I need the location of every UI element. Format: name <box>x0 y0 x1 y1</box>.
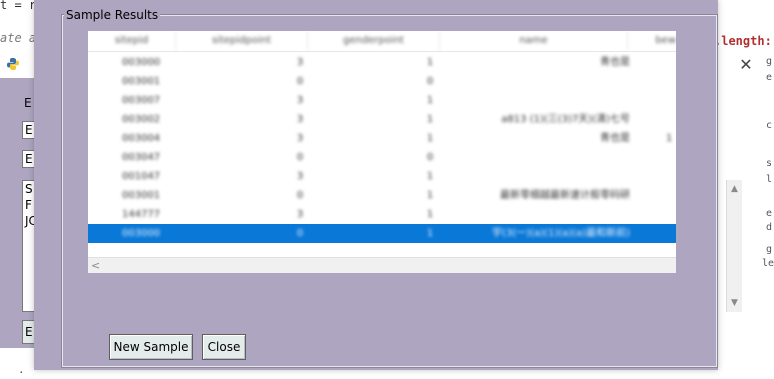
cell-name <box>440 72 630 91</box>
cell-extra <box>666 110 676 129</box>
scroll-left-icon[interactable]: < <box>91 258 100 273</box>
editor-right-text: c <box>766 120 773 131</box>
parent-close-icon[interactable]: ✕ <box>736 55 756 75</box>
scroll-down-icon[interactable]: ▼ <box>727 296 742 310</box>
cell-sitepidpoint: 3 <box>296 171 304 182</box>
cell-extra: 1 <box>666 133 673 144</box>
editor-right-text: s <box>766 158 773 169</box>
editor-code-length: .length: <box>714 34 772 48</box>
cell-name <box>440 91 630 110</box>
results-table[interactable]: sitepid sitepidpoint genderpoint name be… <box>88 31 676 273</box>
cell-extra <box>666 53 676 72</box>
table-row[interactable]: 003007 3 1 <box>88 91 676 110</box>
table-row[interactable]: 001047 3 1 <box>88 167 676 186</box>
cell-sitepidpoint: 0 <box>296 228 304 239</box>
parent-vertical-scrollbar[interactable]: ▲ ▼ <box>726 180 742 312</box>
cell-name: 青也是 <box>600 57 630 68</box>
sample-results-dialog: Sample Results sitepid sitepidpoint gend… <box>34 0 718 370</box>
cell-genderpoint: 1 <box>426 57 434 68</box>
table-row[interactable]: 144777 3 1 <box>88 205 676 224</box>
cell-id: 144777 <box>122 209 161 220</box>
cell-genderpoint: 1 <box>426 114 434 125</box>
editor-right-text: d <box>766 222 773 233</box>
cell-genderpoint: 1 <box>426 133 434 144</box>
cell-genderpoint: 0 <box>426 76 434 87</box>
editor-right-text: le <box>762 258 774 269</box>
cell-id: 003004 <box>122 133 161 144</box>
cell-id: 003007 <box>122 95 161 106</box>
cell-genderpoint: 1 <box>426 209 434 220</box>
cell-id: 003000 <box>122 57 161 68</box>
cell-extra <box>666 72 676 91</box>
close-button[interactable]: Close <box>202 334 246 360</box>
cell-extra <box>666 91 676 110</box>
editor-code-line-bottom: · <box>18 366 25 379</box>
table-row[interactable]: 003047 0 0 <box>88 148 676 167</box>
cell-name: 宇(3(一)(a)(1)(a)(a)最和新前) <box>492 228 630 239</box>
cell-name <box>440 205 630 224</box>
editor-code-line-comment: ate a <box>0 31 37 45</box>
cell-genderpoint: 1 <box>426 228 434 239</box>
editor-right-text: e <box>766 208 773 219</box>
editor-code-line-top: t = r <box>0 0 37 12</box>
cell-genderpoint: 1 <box>426 95 434 106</box>
cell-extra <box>666 186 676 205</box>
scroll-up-icon[interactable]: ▲ <box>727 182 742 196</box>
cell-extra <box>666 205 676 224</box>
table-row[interactable]: 003000 3 1 青也是 <box>88 53 676 72</box>
cell-id: 003001 <box>122 190 161 201</box>
column-header[interactable]: sitepidpoint <box>176 31 308 51</box>
cell-name <box>440 148 630 167</box>
table-row[interactable]: 003001 0 1 最新零细越最新速计般零码研 <box>88 186 676 205</box>
cell-genderpoint: 0 <box>426 152 434 163</box>
table-row[interactable]: 003000 0 1 宇(3(一)(a)(1)(a)(a)最和新前) <box>88 224 676 243</box>
editor-right-text: g <box>766 56 773 67</box>
table-header: sitepid sitepidpoint genderpoint name be… <box>88 31 676 52</box>
cell-sitepidpoint: 3 <box>296 95 304 106</box>
cell-extra <box>666 224 676 243</box>
cell-name: a813 (1)(三(3)7天)(清)七号 <box>501 114 630 125</box>
cell-name: 青也是 <box>600 133 630 144</box>
cell-sitepidpoint: 3 <box>296 57 304 68</box>
cell-id: 003047 <box>122 152 161 163</box>
cell-id: 003000 <box>122 228 161 239</box>
cell-extra <box>666 148 676 167</box>
cell-id: 001047 <box>122 171 161 182</box>
cell-id: 003002 <box>122 114 161 125</box>
python-icon <box>7 58 19 70</box>
cell-sitepidpoint: 0 <box>296 76 304 87</box>
column-header[interactable]: sitepid <box>88 31 176 51</box>
cell-sitepidpoint: 3 <box>296 133 304 144</box>
column-header[interactable]: genderpoint <box>308 31 440 51</box>
table-row[interactable]: 003002 3 1 a813 (1)(三(3)7天)(清)七号 <box>88 110 676 129</box>
column-header[interactable]: bew <box>628 31 676 51</box>
horizontal-scrollbar[interactable]: < <box>88 257 676 273</box>
cell-extra <box>666 167 676 186</box>
cell-sitepidpoint: 0 <box>296 152 304 163</box>
cell-name <box>440 167 630 186</box>
cell-genderpoint: 1 <box>426 171 434 182</box>
cell-sitepidpoint: 3 <box>296 209 304 220</box>
table-row[interactable]: 003001 0 0 <box>88 72 676 91</box>
group-title: Sample Results <box>64 8 161 23</box>
editor-right-text: l <box>766 174 773 185</box>
cell-name: 最新零细越最新速计般零码研 <box>500 190 630 201</box>
cell-sitepidpoint: 0 <box>296 190 304 201</box>
column-header[interactable]: name <box>440 31 628 51</box>
cell-genderpoint: 1 <box>426 190 434 201</box>
editor-right-text: e <box>766 72 773 83</box>
cell-id: 003001 <box>122 76 161 87</box>
table-row[interactable]: 003004 3 1 青也是 1 <box>88 129 676 148</box>
editor-right-text: g <box>766 244 773 255</box>
parent-label-e: E <box>24 96 32 110</box>
new-sample-button[interactable]: New Sample <box>109 334 193 360</box>
cell-sitepidpoint: 3 <box>296 114 304 125</box>
